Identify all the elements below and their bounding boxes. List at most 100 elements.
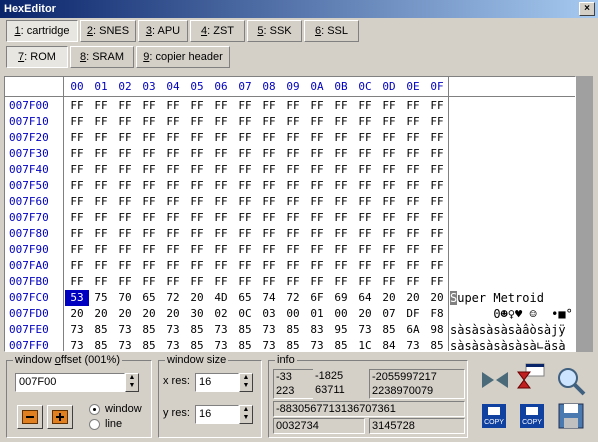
hex-byte[interactable]: FF (305, 114, 329, 130)
hex-byte[interactable]: FF (161, 130, 185, 146)
hex-byte[interactable]: FF (281, 274, 305, 290)
hex-byte[interactable]: FF (401, 146, 425, 162)
hex-byte[interactable]: FF (257, 114, 281, 130)
hex-byte[interactable]: FF (89, 242, 113, 258)
hex-byte[interactable]: 4D (209, 290, 233, 306)
ascii-text[interactable]: sàsàsàsàsàâòsàjÿ (450, 322, 566, 338)
hex-byte[interactable]: FF (281, 146, 305, 162)
hex-byte[interactable]: FF (137, 178, 161, 194)
hex-byte[interactable]: FF (257, 226, 281, 242)
hex-byte[interactable]: 85 (281, 338, 305, 351)
hex-byte[interactable]: 83 (305, 322, 329, 338)
hex-byte[interactable]: FF (401, 226, 425, 242)
hex-byte[interactable]: 20 (65, 306, 89, 322)
hex-byte[interactable]: FF (233, 162, 257, 178)
hex-byte[interactable]: FF (425, 178, 449, 194)
hex-byte[interactable]: FF (233, 226, 257, 242)
hex-byte[interactable]: FF (353, 146, 377, 162)
hex-byte[interactable]: FF (257, 178, 281, 194)
hex-byte[interactable]: FF (65, 130, 89, 146)
hex-byte[interactable]: FF (113, 274, 137, 290)
hex-byte[interactable]: FF (329, 242, 353, 258)
hex-byte[interactable]: FF (281, 114, 305, 130)
hex-byte[interactable]: 20 (89, 306, 113, 322)
hex-byte[interactable]: FF (209, 258, 233, 274)
hex-byte[interactable]: FF (161, 194, 185, 210)
xres-input[interactable]: 16 (195, 373, 239, 392)
hex-byte[interactable]: FF (401, 162, 425, 178)
hex-byte[interactable]: FF (305, 146, 329, 162)
hex-byte[interactable]: 85 (137, 322, 161, 338)
hex-byte[interactable]: FF (281, 130, 305, 146)
hex-byte[interactable]: FF (65, 162, 89, 178)
hex-byte[interactable]: 95 (329, 322, 353, 338)
hex-byte[interactable]: FF (137, 226, 161, 242)
hex-byte[interactable]: FF (401, 210, 425, 226)
hex-byte[interactable]: 85 (137, 338, 161, 351)
hex-byte[interactable]: FF (281, 210, 305, 226)
hex-byte[interactable]: 85 (233, 322, 257, 338)
hex-byte[interactable]: FF (377, 274, 401, 290)
hex-byte[interactable]: 20 (353, 306, 377, 322)
tab-1[interactable]: 1: cartridge (6, 20, 78, 42)
hex-byte[interactable]: FF (209, 178, 233, 194)
hex-byte[interactable]: FF (353, 258, 377, 274)
hex-byte[interactable]: 20 (425, 290, 449, 306)
hex-byte[interactable]: FF (353, 194, 377, 210)
hex-byte[interactable]: FF (233, 210, 257, 226)
hex-byte[interactable]: 20 (113, 306, 137, 322)
hex-byte[interactable]: 98 (425, 322, 449, 338)
hex-byte[interactable]: FF (89, 258, 113, 274)
hex-byte[interactable]: FF (161, 226, 185, 242)
hex-byte[interactable]: 64 (353, 290, 377, 306)
hex-byte[interactable]: FF (425, 258, 449, 274)
hex-byte[interactable]: FF (425, 210, 449, 226)
hex-byte[interactable]: FF (137, 194, 161, 210)
hex-byte[interactable]: FF (401, 130, 425, 146)
hex-byte[interactable]: FF (257, 98, 281, 114)
hex-byte[interactable]: FF (65, 194, 89, 210)
hex-byte[interactable]: 73 (353, 322, 377, 338)
hex-byte[interactable]: 73 (113, 322, 137, 338)
hex-byte[interactable]: FF (329, 146, 353, 162)
hex-byte[interactable]: FF (161, 242, 185, 258)
hex-byte[interactable]: FF (377, 226, 401, 242)
hex-byte[interactable]: FF (329, 178, 353, 194)
hex-byte[interactable]: 70 (113, 290, 137, 306)
hex-byte[interactable]: FF (113, 162, 137, 178)
hex-byte[interactable]: FF (89, 162, 113, 178)
hex-byte[interactable]: 03 (257, 306, 281, 322)
hex-byte[interactable]: FF (185, 258, 209, 274)
tab-5[interactable]: 5: SSK (247, 20, 302, 42)
hex-byte[interactable]: FF (137, 162, 161, 178)
hex-byte[interactable]: FF (185, 146, 209, 162)
hex-byte[interactable]: 72 (281, 290, 305, 306)
hex-byte[interactable]: FF (89, 274, 113, 290)
hex-byte[interactable]: 20 (401, 290, 425, 306)
hex-byte[interactable]: FF (233, 258, 257, 274)
hex-byte[interactable]: 01 (305, 306, 329, 322)
hex-byte[interactable]: FF (161, 274, 185, 290)
hex-byte[interactable]: FF (209, 146, 233, 162)
hex-byte[interactable]: FF (65, 274, 89, 290)
tab-6[interactable]: 6: SSL (304, 20, 359, 42)
hex-byte[interactable]: FF (185, 130, 209, 146)
hex-byte[interactable]: FF (305, 98, 329, 114)
hex-byte[interactable]: FF (377, 114, 401, 130)
hex-byte[interactable]: 20 (137, 306, 161, 322)
hex-byte[interactable]: FF (89, 226, 113, 242)
hex-byte[interactable]: FF (89, 210, 113, 226)
hex-byte[interactable]: 73 (305, 338, 329, 351)
hex-byte[interactable]: 85 (377, 322, 401, 338)
hex-byte[interactable]: 02 (209, 306, 233, 322)
hex-byte[interactable]: FF (137, 114, 161, 130)
tab-8[interactable]: 8: SRAM (70, 46, 134, 68)
hex-byte[interactable]: FF (233, 242, 257, 258)
ascii-text[interactable]: 0☻♀♥ ☺ •■° (450, 306, 572, 322)
hex-byte[interactable]: FF (137, 258, 161, 274)
hex-byte[interactable]: FF (257, 210, 281, 226)
hex-byte[interactable]: FF (425, 242, 449, 258)
hex-byte[interactable]: FF (65, 114, 89, 130)
hex-byte[interactable]: 00 (329, 306, 353, 322)
ascii-text[interactable]: sàsàsàsàsàsà∟äsà (450, 338, 566, 351)
